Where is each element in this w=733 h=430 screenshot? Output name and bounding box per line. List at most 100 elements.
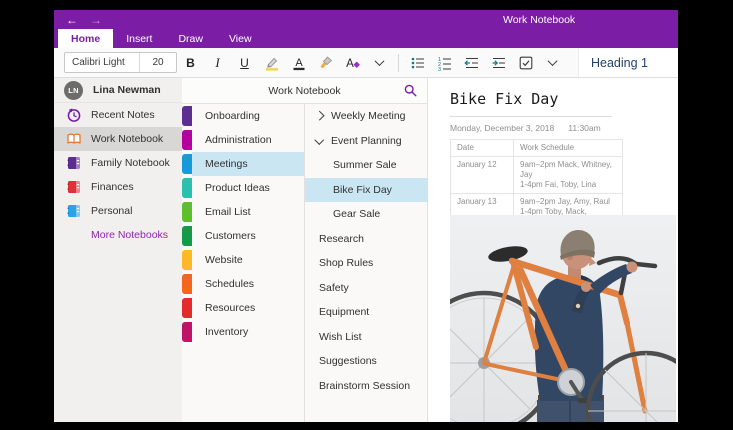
section-label: Customers bbox=[205, 230, 256, 242]
ribbon-tab[interactable]: Home bbox=[58, 29, 113, 48]
expand-chevron-icon[interactable] bbox=[315, 135, 324, 144]
section-color-tab[interactable] bbox=[182, 298, 192, 318]
font-color-button[interactable]: A bbox=[285, 50, 312, 76]
section-color-tab[interactable] bbox=[182, 178, 192, 198]
back-icon[interactable]: ← bbox=[60, 14, 84, 26]
section-row[interactable]: Onboarding bbox=[182, 104, 304, 128]
section-row[interactable]: Website bbox=[182, 248, 304, 272]
page-row[interactable]: Event Planning bbox=[305, 129, 427, 154]
svg-text:A: A bbox=[295, 57, 303, 69]
section-color-tab[interactable] bbox=[182, 226, 192, 246]
page-row[interactable]: Weekly Meeting bbox=[305, 104, 427, 129]
section-row[interactable]: Customers bbox=[182, 224, 304, 248]
numbered-list-icon: 1 2 3 bbox=[437, 55, 453, 71]
font-more-dropdown[interactable] bbox=[366, 50, 393, 76]
section-row[interactable]: Administration bbox=[182, 128, 304, 152]
todo-tag-button[interactable] bbox=[512, 50, 539, 76]
table-header-row: Date Work Schedule bbox=[451, 140, 623, 157]
search-icon[interactable] bbox=[404, 84, 417, 97]
page-label: Gear Sale bbox=[333, 208, 380, 220]
note-photo[interactable] bbox=[450, 215, 676, 422]
section-color-tab[interactable] bbox=[182, 250, 192, 270]
section-row[interactable]: Email List bbox=[182, 200, 304, 224]
styles-button[interactable]: A bbox=[339, 50, 366, 76]
bold-button[interactable]: B bbox=[177, 50, 204, 76]
page-row[interactable]: Shop Rules bbox=[305, 251, 427, 276]
section-color-tab[interactable] bbox=[182, 106, 192, 126]
table-cell-schedule[interactable]: 9am–2pm Mack, Whitney, Jay 1-4pm Fai, To… bbox=[514, 157, 623, 194]
section-label: Product Ideas bbox=[205, 182, 270, 194]
highlighter-button[interactable] bbox=[258, 50, 285, 76]
section-color-tab[interactable] bbox=[182, 154, 192, 174]
table-header-date[interactable]: Date bbox=[451, 140, 514, 157]
notebook-icon bbox=[66, 155, 82, 171]
font-size-select[interactable]: 20 bbox=[139, 53, 176, 72]
title-bar: ← → Work Notebook bbox=[54, 10, 678, 29]
highlighter-icon bbox=[264, 55, 280, 71]
indent-button[interactable] bbox=[485, 50, 512, 76]
notebook-row[interactable]: Personal bbox=[54, 199, 182, 223]
notebook-row[interactable]: Work Notebook bbox=[54, 127, 182, 151]
font-name-select[interactable]: Calibri Light bbox=[65, 53, 139, 72]
expand-chevron-icon[interactable] bbox=[315, 111, 324, 120]
page-row[interactable]: Safety bbox=[305, 276, 427, 301]
section-row[interactable]: Meetings bbox=[182, 152, 304, 176]
ribbon-tab-bar: Home Insert Draw View bbox=[54, 29, 678, 48]
page-row[interactable]: Suggestions bbox=[305, 349, 427, 374]
note-time: 11:30am bbox=[568, 123, 600, 133]
section-row[interactable]: Schedules bbox=[182, 272, 304, 296]
section-color-tab[interactable] bbox=[182, 130, 192, 150]
notebook-label: Work Notebook bbox=[91, 133, 163, 145]
page-label: Event Planning bbox=[331, 135, 402, 147]
format-painter-icon bbox=[318, 55, 334, 71]
note-title[interactable]: Bike Fix Day bbox=[450, 90, 558, 108]
account-row[interactable]: LN Lina Newman bbox=[54, 78, 182, 103]
italic-button[interactable]: I bbox=[204, 50, 231, 76]
section-color-tab[interactable] bbox=[182, 202, 192, 222]
notebook-row[interactable]: Finances bbox=[54, 175, 182, 199]
page-row[interactable]: Wish List bbox=[305, 325, 427, 350]
page-row[interactable]: Research bbox=[305, 227, 427, 252]
page-row[interactable]: Gear Sale bbox=[305, 202, 427, 227]
note-datetime[interactable]: Monday, December 3, 201811:30am bbox=[450, 123, 601, 133]
page-row[interactable]: Summer Sale bbox=[305, 153, 427, 178]
forward-icon[interactable]: → bbox=[84, 14, 108, 26]
indent-icon bbox=[491, 55, 507, 71]
schedule-line: 9am–2pm Jay, Amy, Raul bbox=[520, 197, 616, 207]
notebook-row[interactable]: Family Notebook bbox=[54, 151, 182, 175]
table-header-schedule[interactable]: Work Schedule bbox=[514, 140, 623, 157]
page-row[interactable]: Bike Fix Day bbox=[305, 178, 427, 203]
section-row[interactable]: Resources bbox=[182, 296, 304, 320]
bullet-list-button[interactable] bbox=[404, 50, 431, 76]
ribbon-tab[interactable]: View bbox=[216, 29, 265, 48]
page-row[interactable]: Equipment bbox=[305, 300, 427, 325]
table-cell-date[interactable]: January 12 bbox=[451, 157, 514, 194]
notebook-row[interactable]: Recent Notes bbox=[54, 103, 182, 127]
section-label: Resources bbox=[205, 302, 255, 314]
page-label: Equipment bbox=[319, 306, 369, 318]
outdent-button[interactable] bbox=[458, 50, 485, 76]
ribbon-tab[interactable]: Insert bbox=[113, 29, 165, 48]
note-canvas[interactable]: Bike Fix Day Monday, December 3, 201811:… bbox=[428, 78, 678, 422]
page-label: Shop Rules bbox=[319, 257, 373, 269]
notebooks-sidebar: LN Lina Newman bbox=[54, 78, 182, 422]
toolbar-divider bbox=[398, 54, 399, 72]
more-notebooks-link[interactable]: More Notebooks bbox=[91, 229, 182, 241]
section-color-tab[interactable] bbox=[182, 274, 192, 294]
style-selector[interactable]: Heading 1 bbox=[578, 48, 678, 77]
svg-text:A: A bbox=[346, 58, 354, 70]
section-row[interactable]: Inventory bbox=[182, 320, 304, 344]
format-painter-button[interactable] bbox=[312, 50, 339, 76]
underline-button[interactable]: U bbox=[231, 50, 258, 76]
numbered-list-button[interactable]: 1 2 3 bbox=[431, 50, 458, 76]
section-color-tab[interactable] bbox=[182, 322, 192, 342]
page-row[interactable]: Brainstorm Session bbox=[305, 374, 427, 399]
section-row[interactable]: Product Ideas bbox=[182, 176, 304, 200]
list-more-dropdown[interactable] bbox=[539, 50, 566, 76]
pane-header-title: Work Notebook bbox=[268, 85, 340, 97]
section-label: Email List bbox=[205, 206, 251, 218]
ribbon-tab[interactable]: Draw bbox=[165, 29, 216, 48]
notebook-icon bbox=[66, 203, 82, 219]
title-underline bbox=[450, 116, 612, 117]
page-label: Research bbox=[319, 233, 364, 245]
